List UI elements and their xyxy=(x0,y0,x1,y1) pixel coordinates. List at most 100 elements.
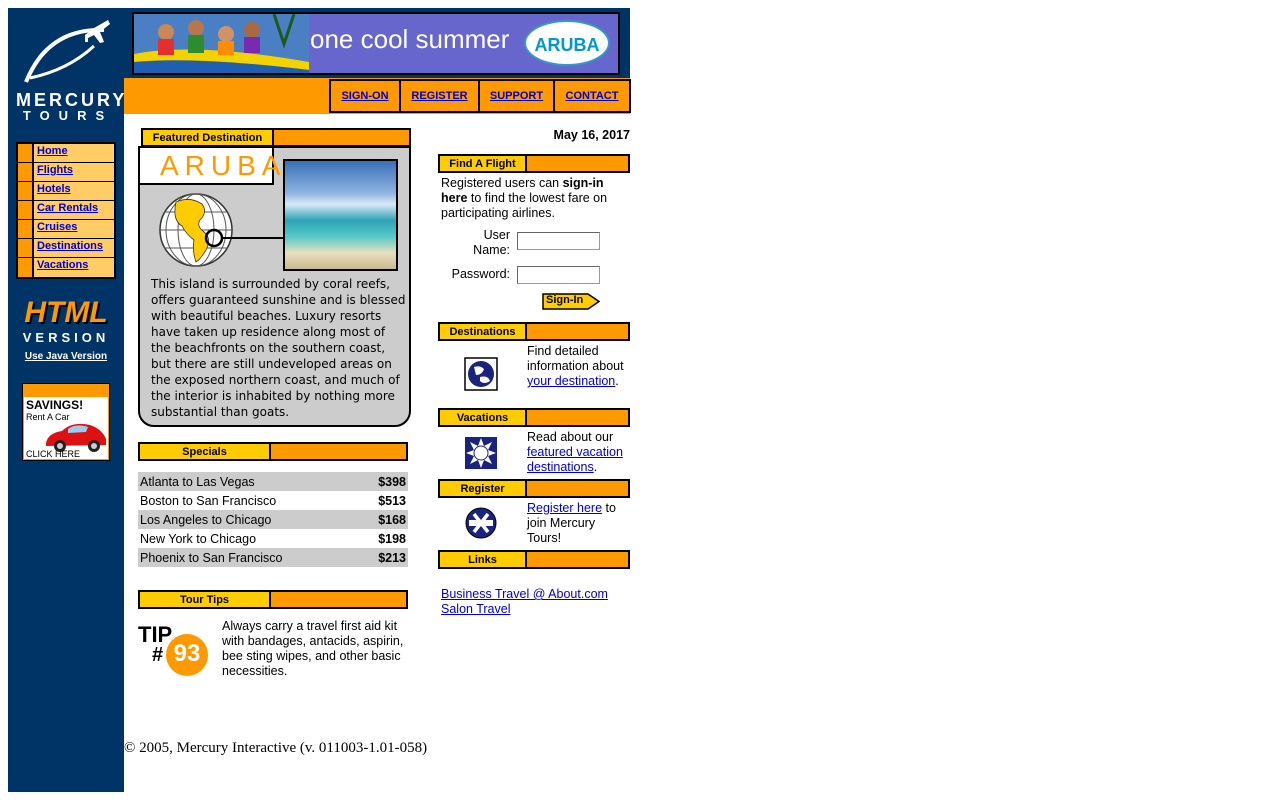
find-flight-header: Find A Flight xyxy=(438,154,630,173)
salon-travel-link[interactable]: Salon Travel xyxy=(441,602,510,616)
sign-in-button[interactable]: Sign-In xyxy=(542,293,600,310)
find-flight-intro: Registered users can sign-in here to fin… xyxy=(441,176,631,221)
destinations-title: Destinations xyxy=(440,324,527,339)
links-header: Links xyxy=(438,550,630,569)
sun-icon xyxy=(465,437,497,469)
password-label: Password: xyxy=(451,267,510,281)
tip-hash: # xyxy=(152,644,164,666)
sidebar-link-vacations[interactable]: Vacations xyxy=(37,259,88,271)
register-title: Register xyxy=(440,481,527,496)
password-input[interactable] xyxy=(517,266,600,284)
sidebar-link-flights[interactable]: Flights xyxy=(37,164,73,176)
table-row: Atlanta to Las Vegas $398 xyxy=(138,472,408,491)
sidebar-item-hotels: Hotels xyxy=(18,182,114,201)
topnav-item-contact: CONTACT xyxy=(555,79,631,113)
bullet-square-icon xyxy=(18,220,34,238)
tour-tips-title: Tour Tips xyxy=(140,592,271,607)
family-on-float-image xyxy=(134,14,309,73)
vacations-header: Vacations xyxy=(438,408,630,427)
destinations-text: Find detailed information about your des… xyxy=(527,344,631,389)
savings-ad-title: SAVINGS! xyxy=(26,398,84,412)
tour-tips-header: Tour Tips xyxy=(138,590,408,609)
sidebar-link-hotels[interactable]: Hotels xyxy=(37,183,71,195)
sidebar-item-car-rentals: Car Rentals xyxy=(18,201,114,220)
special-route: Los Angeles to Chicago xyxy=(138,510,360,529)
tip-number-graphic: TIP # 93 xyxy=(138,622,210,676)
table-row: New York to Chicago $198 xyxy=(138,529,408,548)
sidebar-item-home: Home xyxy=(18,144,114,163)
sidebar-item-cruises: Cruises xyxy=(18,220,114,239)
sidebar-link-cruises[interactable]: Cruises xyxy=(37,221,77,233)
sidebar-link-destinations[interactable]: Destinations xyxy=(37,240,103,252)
contact-link[interactable]: CONTACT xyxy=(566,90,619,102)
sign-on-link[interactable]: SIGN-ON xyxy=(341,90,388,102)
sidebar-item-flights: Flights xyxy=(18,163,114,182)
vacations-text-pre: Read about our xyxy=(527,430,614,444)
bullet-square-icon xyxy=(18,182,34,200)
html-version-title: HTML xyxy=(24,296,108,329)
username-input[interactable] xyxy=(517,232,600,250)
support-link[interactable]: SUPPORT xyxy=(490,90,543,102)
vacations-text-post: . xyxy=(593,460,598,474)
savings-ad-cta: CLICK HERE xyxy=(26,449,81,459)
sidebar-item-vacations: Vacations xyxy=(18,258,114,277)
featured-vacation-destinations-link[interactable]: featured vacation destinations xyxy=(527,445,623,474)
airplane-logo-icon xyxy=(24,20,110,83)
specials-title: Specials xyxy=(140,444,271,459)
red-car-icon xyxy=(46,423,106,452)
register-here-link[interactable]: Register here xyxy=(527,501,602,515)
sign-in-label: Sign-In xyxy=(546,294,584,306)
specials-header: Specials xyxy=(138,442,408,461)
specials-table: Atlanta to Las Vegas $398 Boston to San F… xyxy=(138,472,408,567)
use-java-version-link[interactable]: Use Java Version xyxy=(8,351,124,362)
register-text: Register here to join Mercury Tours! xyxy=(527,501,631,546)
your-destination-link[interactable]: your destination xyxy=(527,374,615,388)
left-sidebar: MERCURY TOURS Home Flights Hotels Car Re… xyxy=(8,8,124,792)
sidebar-nav: Home Flights Hotels Car Rentals Cruises … xyxy=(16,142,116,279)
find-flight-title: Find A Flight xyxy=(440,156,527,171)
special-route: Phoenix to San Francisco xyxy=(138,548,360,567)
topnav-item-register: REGISTER xyxy=(401,79,480,113)
special-price: $398 xyxy=(359,472,408,491)
logo-text-tours: TOURS xyxy=(22,108,114,123)
special-route: New York to Chicago xyxy=(140,531,257,546)
register-x-icon xyxy=(465,507,497,539)
copyright-footer: © 2005, Mercury Interactive (v. 011003-1… xyxy=(124,740,428,756)
savings-car-rental-ad[interactable]: SAVINGS! Rent A Car CLICK HERE xyxy=(22,383,110,461)
register-header: Register xyxy=(438,479,630,498)
bullet-square-icon xyxy=(18,201,34,219)
vacations-title: Vacations xyxy=(440,410,527,425)
business-travel-link[interactable]: Business Travel @ About.com xyxy=(441,587,608,601)
links-list: Business Travel @ About.com Salon Travel xyxy=(441,587,608,617)
top-nav: SIGN-ON REGISTER SUPPORT CONTACT xyxy=(329,79,631,113)
aruba-beach-photo xyxy=(283,159,398,271)
bullet-square-icon xyxy=(18,144,34,162)
table-row: Boston to San Francisco $513 xyxy=(138,491,408,510)
html-version-badge: HTML VERSION Use Java Version xyxy=(8,296,124,363)
aruba-summer-banner[interactable]: one cool summer ARUBA xyxy=(132,12,620,75)
register-top-link[interactable]: REGISTER xyxy=(411,90,467,102)
table-row: Phoenix to San Francisco $213 xyxy=(138,548,408,567)
banner-headline: one cool summer xyxy=(310,24,510,54)
aruba-badge: ARUBA xyxy=(524,20,610,66)
topnav-item-sign-on: SIGN-ON xyxy=(331,79,401,113)
special-route: Atlanta to Las Vegas xyxy=(138,472,360,491)
aruba-badge-text: ARUBA xyxy=(534,35,600,55)
mercury-tours-logo[interactable]: MERCURY TOURS xyxy=(8,8,124,133)
special-route: Boston to San Francisco xyxy=(140,493,277,508)
globe-icon xyxy=(159,193,238,267)
featured-destination-title: Featured Destination xyxy=(143,130,274,145)
destinations-text-post: . xyxy=(615,374,619,388)
topnav-item-support: SUPPORT xyxy=(480,79,555,113)
html-version-subtitle: VERSION xyxy=(22,330,110,345)
bullet-square-icon xyxy=(18,239,34,257)
sidebar-link-home[interactable]: Home xyxy=(37,145,68,157)
sidebar-link-car-rentals[interactable]: Car Rentals xyxy=(37,202,98,214)
current-date: May 16, 2017 xyxy=(553,128,630,142)
special-price: $168 xyxy=(359,510,408,529)
destination-name: ARUBA xyxy=(160,150,287,181)
username-label: User Name: xyxy=(473,228,510,257)
special-price: $198 xyxy=(378,531,406,546)
destinations-text-pre: Find detailed information about xyxy=(527,344,624,373)
destination-description: This island is surrounded by coral reefs… xyxy=(151,277,406,419)
